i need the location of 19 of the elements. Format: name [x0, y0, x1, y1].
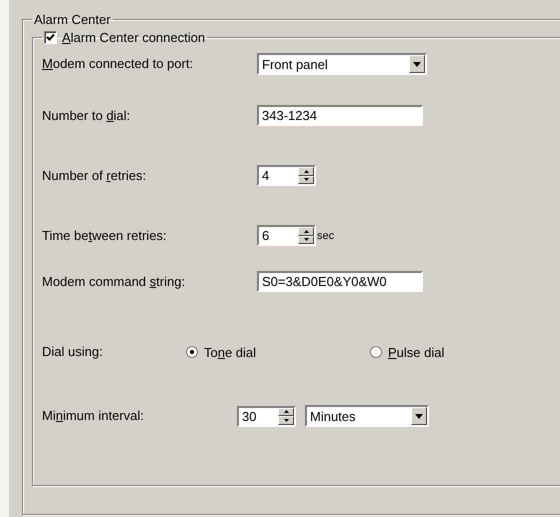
spin-field[interactable]: 4: [257, 165, 316, 186]
input-field[interactable]: 343-1234: [257, 105, 423, 126]
field-label: Dial using:: [42, 343, 103, 361]
field-label: Number to dial:: [42, 107, 130, 125]
field-label: Modem connected to port:: [42, 55, 194, 73]
checkbox-label[interactable]: Alarm Center connection: [62, 30, 206, 45]
field-label: Minimum interval:: [42, 407, 144, 425]
spin-field[interactable]: 30: [237, 406, 296, 426]
spin-field[interactable]: 6: [257, 225, 316, 246]
field-label: Modem command string:: [42, 273, 186, 291]
radio-label[interactable]: Pulse dial: [388, 344, 444, 360]
input-field[interactable]: S0=3&D0E0&Y0&W0: [257, 271, 423, 292]
dropdown[interactable]: Minutes: [305, 405, 429, 427]
field-label: Number of retries:: [42, 167, 146, 185]
radio-label[interactable]: Tone dial: [204, 344, 256, 360]
group-title: Alarm Center: [33, 12, 112, 27]
field-label: Time between retries:: [42, 227, 167, 245]
unit-label: sec: [317, 230, 334, 242]
dropdown[interactable]: Front panel: [257, 53, 427, 75]
